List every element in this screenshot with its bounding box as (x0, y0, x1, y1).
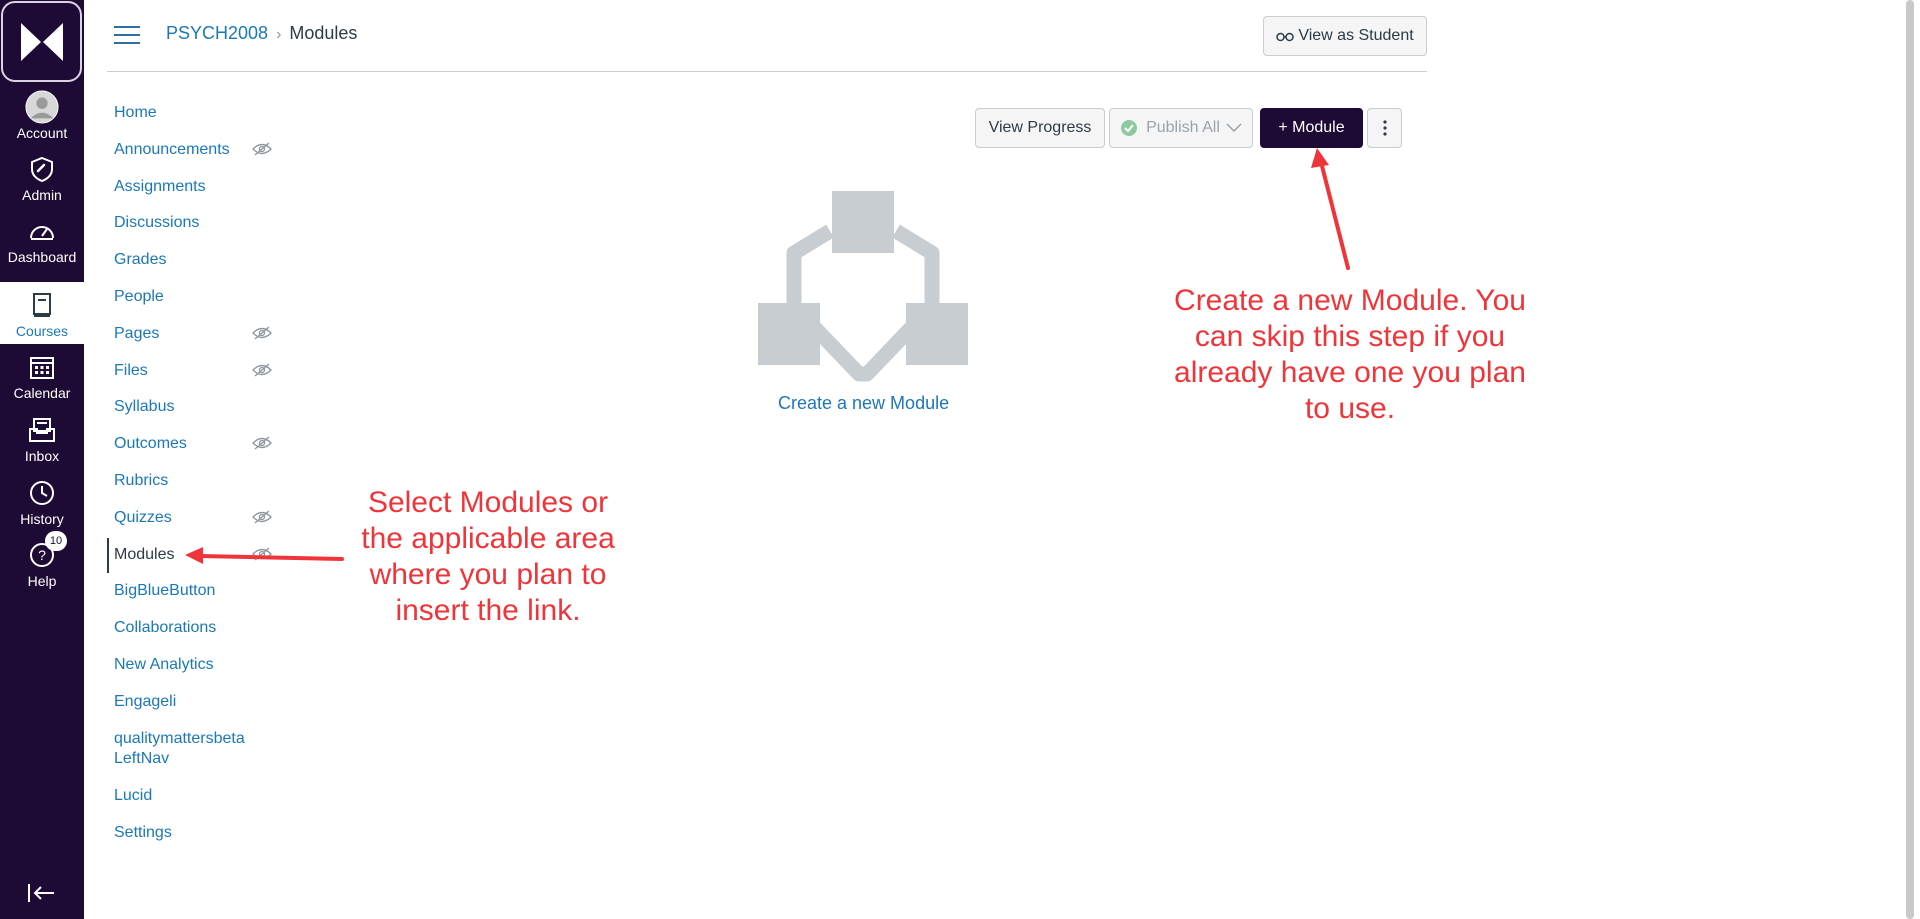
arrow-to-modules-nav (185, 547, 344, 564)
page-scrollbar[interactable] (1906, 0, 1914, 919)
arrow-to-module-button (1311, 148, 1350, 270)
annotation-arrows (185, 148, 1350, 564)
